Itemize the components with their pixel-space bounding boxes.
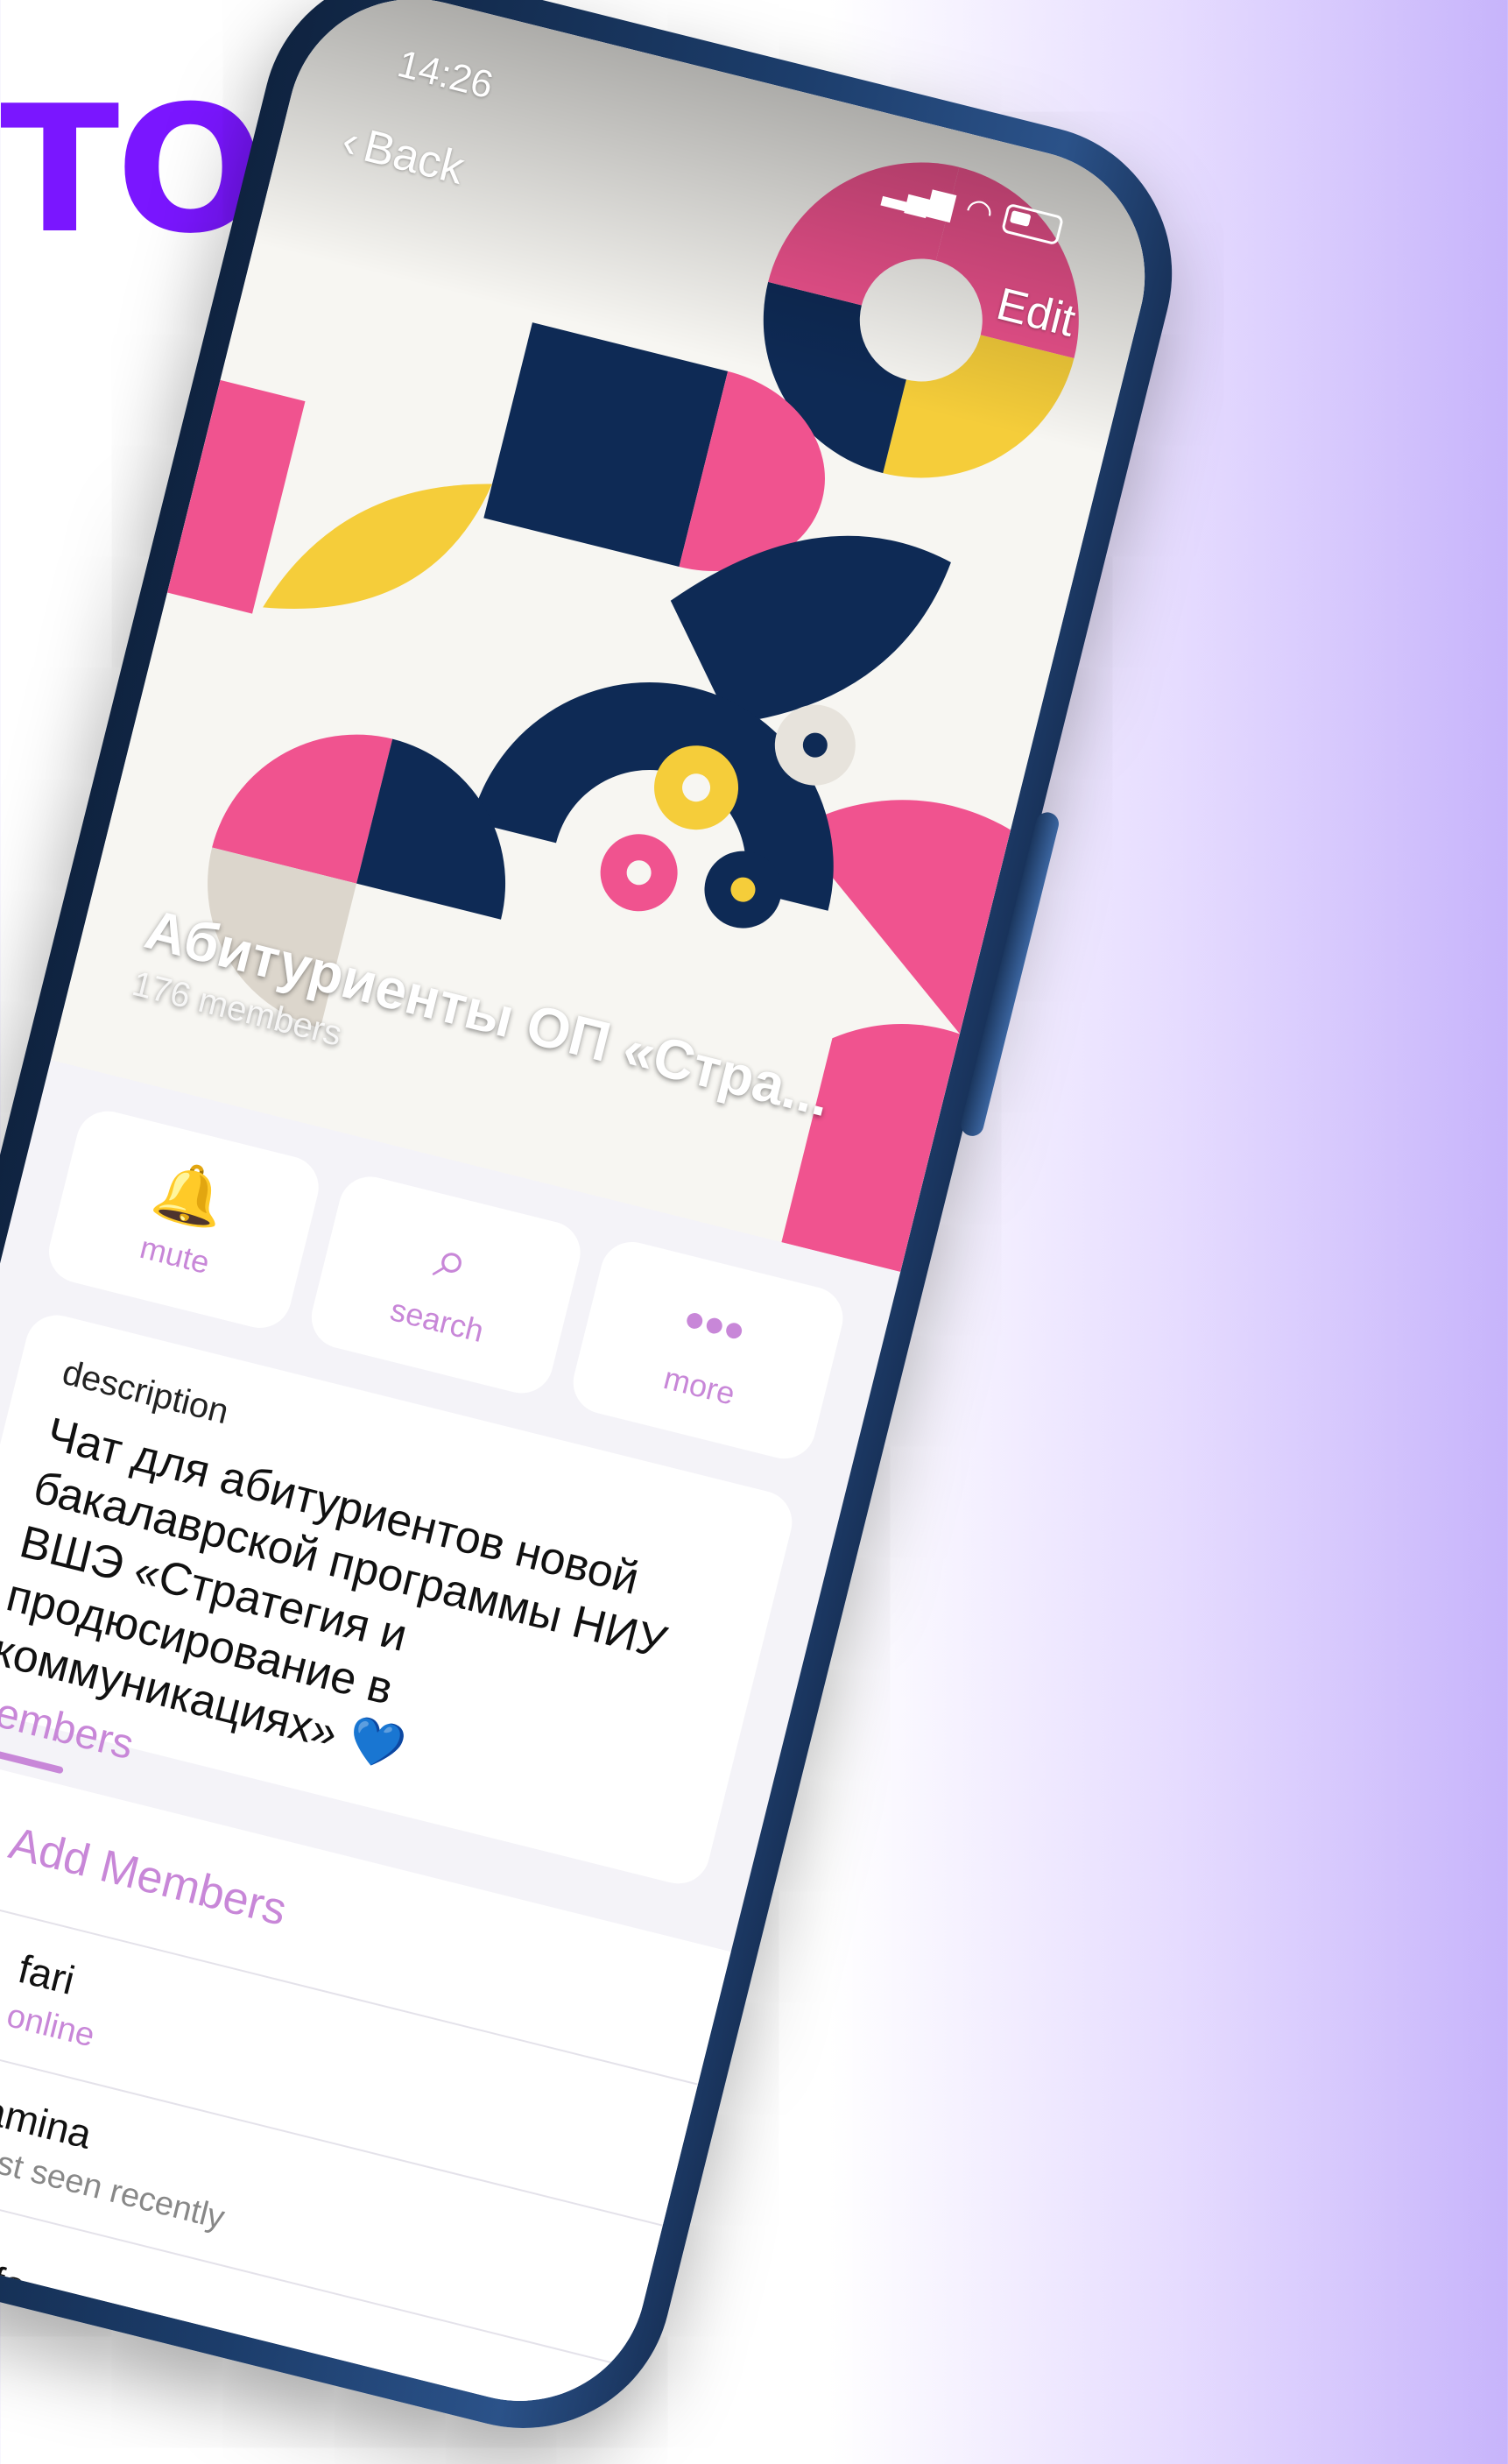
more-icon: ••• bbox=[677, 1286, 752, 1364]
search-icon: ⌕ bbox=[428, 1224, 476, 1296]
add-members-label: Add Members bbox=[4, 1817, 292, 1936]
bell-icon: 🔔 bbox=[147, 1154, 233, 1234]
mute-label: mute bbox=[136, 1228, 214, 1281]
phone-screen: 14:26 ▂▄▆ ◠ ‹ Back Edit Абитуриенты ОП «… bbox=[0, 0, 1172, 2428]
mute-button[interactable]: 🔔 mute bbox=[42, 1105, 326, 1335]
wifi-icon: ◠ bbox=[962, 189, 997, 232]
search-label: search bbox=[386, 1291, 488, 1350]
more-button[interactable]: ••• more bbox=[567, 1235, 850, 1465]
blue-heart-icon: 💙 bbox=[342, 1712, 411, 1776]
more-label: more bbox=[659, 1359, 739, 1412]
description-text: Чат для абитуриентов новой бакалаврской … bbox=[0, 1407, 735, 1846]
phone-mockup: 14:26 ▂▄▆ ◠ ‹ Back Edit Абитуриенты ОП «… bbox=[0, 0, 1204, 2460]
search-button[interactable]: ⌕ search bbox=[304, 1169, 588, 1401]
description-body: Чат для абитуриентов новой бакалаврской … bbox=[0, 1408, 672, 1759]
